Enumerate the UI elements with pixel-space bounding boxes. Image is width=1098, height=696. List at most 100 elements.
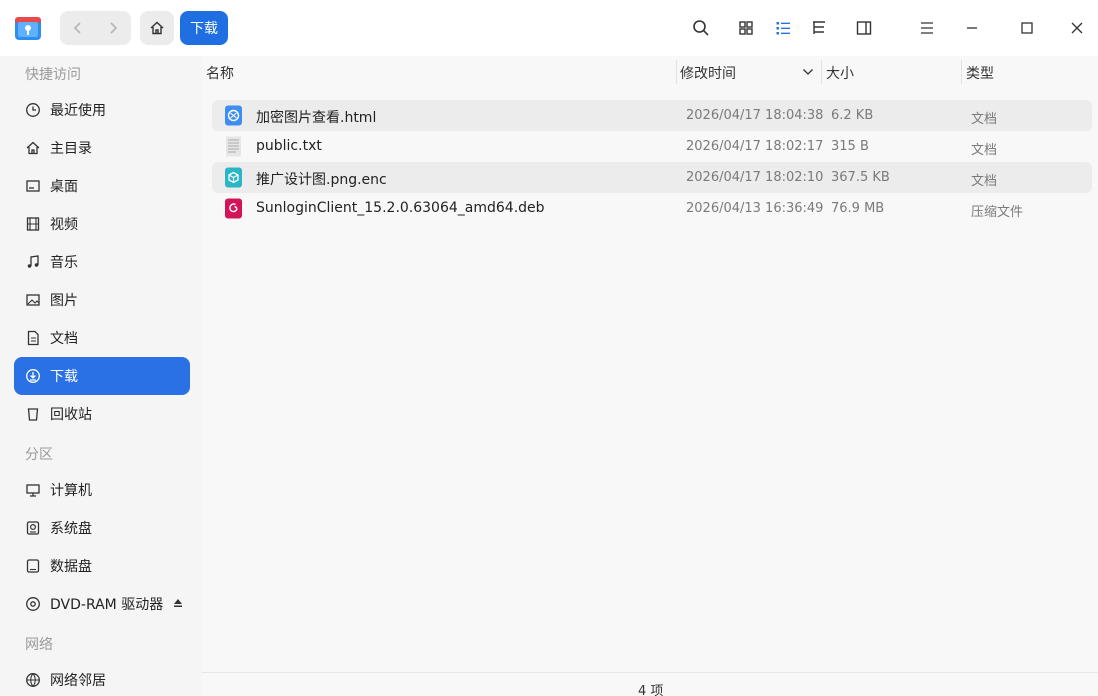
maximize-button[interactable] — [1013, 14, 1041, 42]
column-divider[interactable] — [961, 60, 962, 84]
hamburger-icon — [921, 22, 933, 34]
sidebar-item-recent[interactable]: 最近使用 — [14, 91, 190, 129]
eject-button[interactable] — [172, 597, 184, 609]
file-name: public.txt — [256, 138, 322, 154]
sidebar-item-label: 桌面 — [50, 179, 78, 195]
file-modified: 2026/04/17 18:04:38 — [686, 108, 824, 123]
file-manager-app-icon — [14, 14, 42, 42]
navigation-buttons — [60, 11, 131, 45]
download-icon — [24, 367, 42, 385]
file-modified: 2026/04/17 18:02:17 — [686, 139, 824, 154]
sidebar-item-label: 下载 — [50, 369, 78, 385]
disk-icon — [24, 519, 42, 537]
item-count: 4 项 — [638, 684, 664, 696]
details-panel-button[interactable] — [853, 17, 875, 39]
sidebar-item-desktop[interactable]: 桌面 — [14, 167, 190, 205]
disc-icon — [24, 595, 42, 613]
sidebar-item-system-disk[interactable]: 系统盘 — [14, 509, 190, 547]
file-row[interactable]: 加密图片查看.html 2026/04/17 18:04:38 6.2 KB 文… — [212, 100, 1092, 131]
sidebar-item-data-disk[interactable]: 数据盘 — [14, 547, 190, 585]
tree-icon — [813, 21, 825, 34]
maximize-icon — [1021, 22, 1033, 34]
column-divider[interactable] — [676, 60, 677, 84]
file-manager-window: 下载 快捷访问 最近使用 主目录 桌面 视频 音乐 图片 文档 下载 回收站 分… — [0, 0, 1098, 696]
tree-view-button[interactable] — [808, 17, 830, 39]
column-divider[interactable] — [821, 60, 822, 84]
file-type: 文档 — [971, 143, 998, 158]
html-file-icon — [224, 105, 244, 126]
file-name: 加密图片查看.html — [256, 110, 377, 126]
music-icon — [24, 253, 42, 271]
search-icon — [693, 20, 709, 36]
sidebar-item-documents[interactable]: 文档 — [14, 319, 190, 357]
sidebar-item-label: 视频 — [50, 217, 78, 233]
sidebar: 快捷访问 最近使用 主目录 桌面 视频 音乐 图片 文档 下载 回收站 分区 计… — [0, 56, 202, 696]
sidebar-item-home[interactable]: 主目录 — [14, 129, 190, 167]
column-modified-header[interactable]: 修改时间 — [680, 63, 736, 83]
close-icon — [1071, 22, 1083, 34]
list-view-button[interactable] — [772, 17, 794, 39]
sidebar-item-downloads[interactable]: 下载 — [14, 357, 190, 395]
status-bar: 4 项 — [202, 672, 1098, 696]
file-modified: 2026/04/13 16:36:49 — [686, 201, 824, 216]
sidebar-section-quick-access: 快捷访问 — [25, 67, 81, 83]
sidebar-item-label: 计算机 — [50, 483, 92, 499]
sidebar-item-network-neighborhood[interactable]: 网络邻居 — [14, 661, 190, 696]
file-size: 315 B — [831, 139, 869, 154]
column-size-header[interactable]: 大小 — [826, 63, 854, 83]
icon-view-button[interactable] — [735, 17, 757, 39]
sidebar-item-label: 文档 — [50, 331, 78, 347]
file-row[interactable]: public.txt 2026/04/17 18:02:17 315 B 文档 — [212, 131, 1092, 162]
file-type: 文档 — [971, 112, 998, 127]
close-button[interactable] — [1063, 14, 1091, 42]
sidebar-item-label: 数据盘 — [50, 559, 92, 575]
sidebar-item-music[interactable]: 音乐 — [14, 243, 190, 281]
minimize-icon — [967, 27, 977, 29]
file-list-area: 名称 修改时间 大小 类型 加密图片查看.html 2026/04/17 18:… — [202, 56, 1098, 696]
file-modified: 2026/04/17 18:02:10 — [686, 170, 824, 185]
column-type-header[interactable]: 类型 — [966, 63, 994, 83]
sidebar-section-network: 网络 — [25, 637, 53, 653]
network-icon — [24, 671, 42, 689]
column-name-header[interactable]: 名称 — [206, 63, 234, 83]
trash-icon — [24, 405, 42, 423]
sidebar-section-partitions: 分区 — [25, 447, 53, 463]
chevron-left-icon — [73, 22, 81, 34]
home-breadcrumb-button[interactable] — [140, 11, 174, 45]
home-icon — [150, 21, 164, 35]
computer-icon — [24, 481, 42, 499]
image-icon — [24, 291, 42, 309]
deb-package-icon — [224, 198, 244, 219]
sidebar-item-computer[interactable]: 计算机 — [14, 471, 190, 509]
clock-icon — [24, 101, 42, 119]
sort-descending-icon[interactable] — [802, 67, 814, 77]
file-row[interactable]: SunloginClient_15.2.0.63064_amd64.deb 20… — [212, 193, 1092, 224]
menu-button[interactable] — [913, 14, 941, 42]
search-button[interactable] — [690, 17, 712, 39]
file-type: 文档 — [971, 174, 998, 189]
sidebar-item-label: 图片 — [50, 293, 78, 309]
breadcrumb-current[interactable]: 下载 — [180, 11, 228, 45]
minimize-button[interactable] — [958, 14, 986, 42]
text-file-icon — [224, 136, 244, 157]
sidebar-item-trash[interactable]: 回收站 — [14, 395, 190, 433]
file-size: 6.2 KB — [831, 108, 874, 123]
sidebar-item-pictures[interactable]: 图片 — [14, 281, 190, 319]
home-icon — [24, 139, 42, 157]
title-bar: 下载 — [0, 0, 1098, 56]
back-button[interactable] — [60, 11, 96, 45]
grid-icon — [739, 21, 753, 35]
drive-icon — [24, 557, 42, 575]
sidebar-item-label: 主目录 — [50, 141, 92, 157]
forward-button[interactable] — [96, 11, 132, 45]
side-panel-icon — [856, 21, 872, 35]
chevron-right-icon — [110, 22, 118, 34]
file-list: 加密图片查看.html 2026/04/17 18:04:38 6.2 KB 文… — [212, 100, 1092, 224]
file-name: SunloginClient_15.2.0.63064_amd64.deb — [256, 200, 545, 216]
eject-icon — [174, 599, 182, 607]
sidebar-item-dvd-drive[interactable]: DVD-RAM 驱动器 — [14, 585, 190, 623]
file-size: 76.9 MB — [831, 201, 885, 216]
encrypted-file-icon — [224, 167, 244, 188]
sidebar-item-videos[interactable]: 视频 — [14, 205, 190, 243]
file-row[interactable]: 推广设计图.png.enc 2026/04/17 18:02:10 367.5 … — [212, 162, 1092, 193]
